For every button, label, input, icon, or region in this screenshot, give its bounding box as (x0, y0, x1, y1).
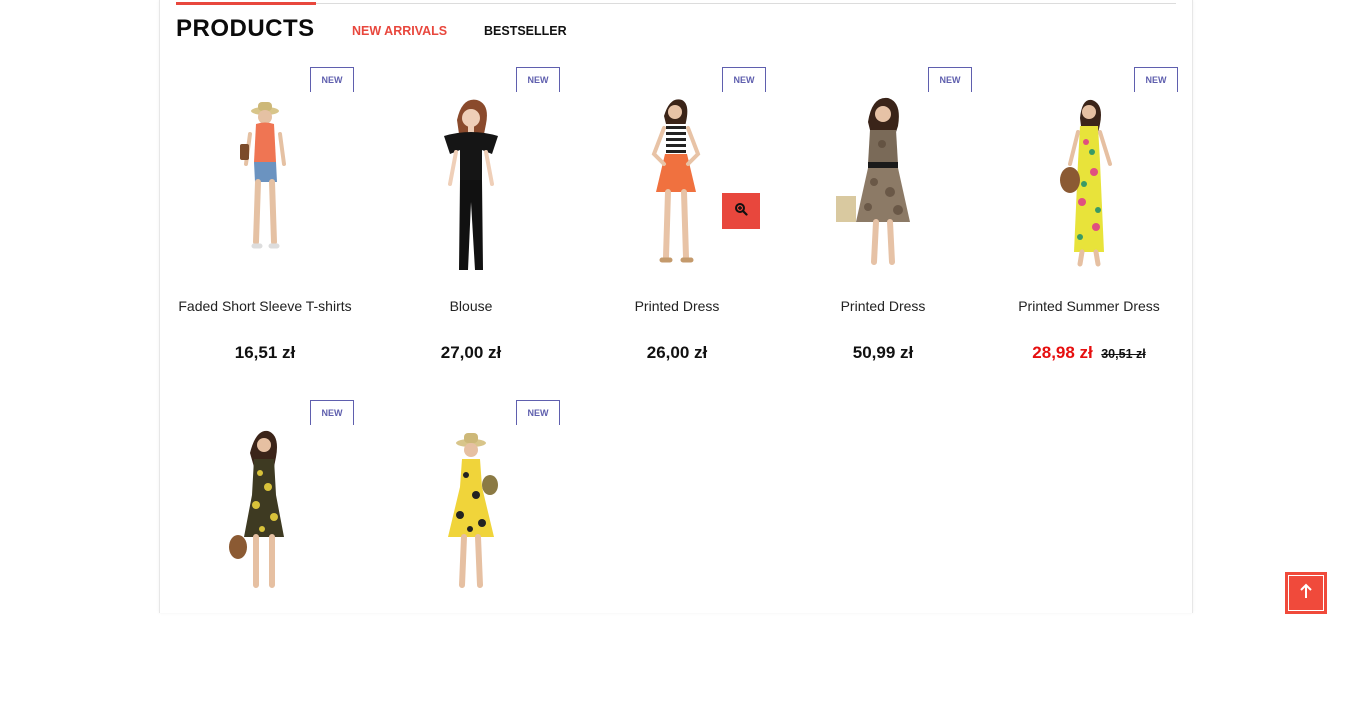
content-container: PRODUCTS NEW ARRIVALS BESTSELLER NEW Fad… (159, 0, 1193, 613)
product-image[interactable] (176, 425, 354, 603)
new-badge: NEW (722, 67, 766, 93)
back-to-top-button[interactable] (1286, 573, 1326, 613)
price-row: 50,99 zł (794, 343, 972, 363)
new-badge: NEW (310, 400, 354, 426)
product-price: 27,00 zł (440, 343, 502, 362)
new-badge: NEW (516, 400, 560, 426)
product-card[interactable]: NEW Printed Dress 26,00 zł (588, 67, 778, 387)
product-image[interactable] (382, 425, 560, 603)
new-badge: NEW (516, 67, 560, 93)
new-badge: NEW (928, 67, 972, 93)
old-price: 30,51 zł (1101, 347, 1146, 361)
tab-bestseller[interactable]: BESTSELLER (484, 24, 567, 38)
product-image[interactable] (588, 92, 766, 270)
new-badge: NEW (1134, 67, 1178, 93)
product-price: 26,00 zł (646, 343, 708, 362)
product-price: 28,98 zł (1032, 343, 1093, 362)
new-badge: NEW (310, 67, 354, 93)
product-card[interactable]: NEW Printed Dress 50,99 zł (794, 67, 984, 387)
product-name[interactable]: Blouse (382, 298, 560, 314)
title-accent-bar (176, 2, 316, 5)
product-price: 16,51 zł (234, 343, 296, 362)
quick-view-button[interactable] (722, 193, 760, 229)
price-row: 27,00 zł (382, 343, 560, 363)
product-card[interactable]: NEW Faded Short Sleeve T-shirts 16,51 zł (176, 67, 366, 387)
product-name[interactable]: Faded Short Sleeve T-shirts (176, 298, 354, 314)
arrow-up-icon (1299, 583, 1313, 604)
product-image[interactable] (176, 92, 354, 270)
product-card[interactable]: NEW (382, 400, 572, 720)
product-image[interactable] (382, 92, 560, 270)
product-card[interactable]: NEW Printed Summer Dress 28,98 zł 30,51 … (1000, 67, 1190, 387)
price-row: 28,98 zł 30,51 zł (1000, 343, 1178, 363)
product-price: 50,99 zł (852, 343, 914, 362)
zoom-in-icon (734, 202, 748, 221)
product-card[interactable]: NEW Blouse 27,00 zł (382, 67, 572, 387)
product-name[interactable]: Printed Dress (794, 298, 972, 314)
product-name[interactable]: Printed Dress (588, 298, 766, 314)
section-title: PRODUCTS (176, 15, 315, 42)
product-tabs: PRODUCTS NEW ARRIVALS BESTSELLER (176, 0, 1176, 60)
price-row: 16,51 zł (176, 343, 354, 363)
product-image[interactable] (1000, 92, 1178, 270)
price-row: 26,00 zł (588, 343, 766, 363)
tab-new-arrivals[interactable]: NEW ARRIVALS (352, 24, 447, 38)
tab-divider (316, 3, 1176, 4)
product-card[interactable]: NEW (176, 400, 366, 720)
product-image[interactable] (794, 92, 972, 270)
product-name[interactable]: Printed Summer Dress (1000, 298, 1178, 314)
